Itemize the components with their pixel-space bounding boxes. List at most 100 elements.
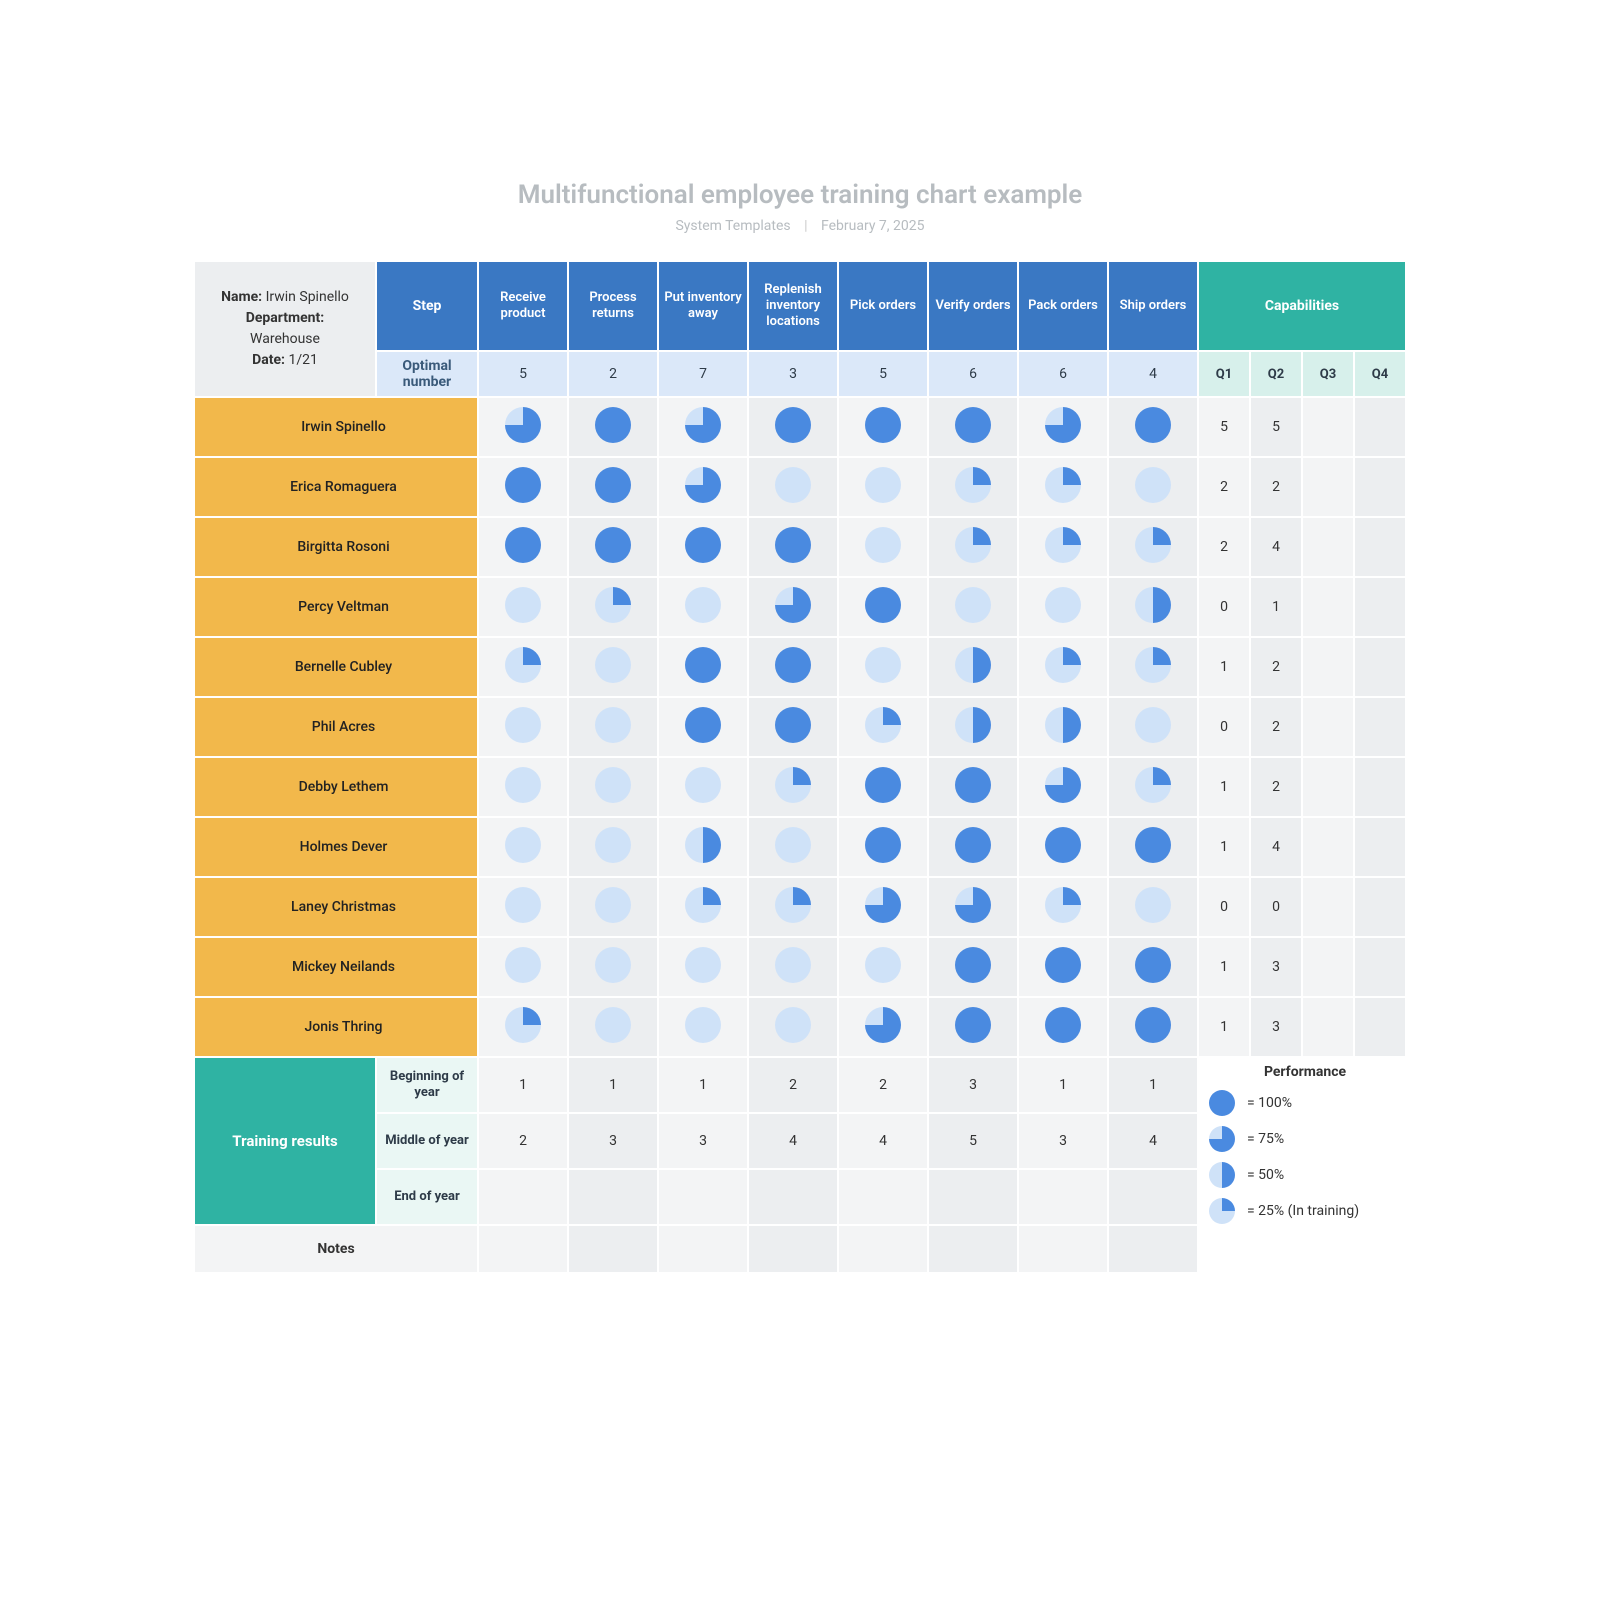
training-period-label: Beginning of year [377, 1058, 477, 1112]
proficiency-pie-icon [505, 887, 541, 923]
capability-value [1355, 578, 1405, 636]
proficiency-pie-icon [1045, 1007, 1081, 1043]
legend-item: = 50% [1209, 1162, 1401, 1188]
training-result-value: 4 [1109, 1114, 1197, 1168]
capability-value: 0 [1199, 878, 1249, 936]
proficiency-cell [929, 698, 1017, 756]
legend-label: = 50% [1247, 1167, 1284, 1183]
proficiency-cell [1019, 458, 1107, 516]
legend-item: = 25% (In training) [1209, 1198, 1401, 1224]
proficiency-cell [569, 938, 657, 996]
proficiency-cell [569, 698, 657, 756]
proficiency-cell [839, 638, 927, 696]
proficiency-cell [479, 518, 567, 576]
proficiency-cell [839, 818, 927, 876]
training-result-value: 2 [749, 1058, 837, 1112]
capability-value: 0 [1199, 578, 1249, 636]
training-result-value [479, 1170, 567, 1224]
proficiency-pie-icon [775, 527, 811, 563]
task-header: Process returns [569, 262, 657, 350]
proficiency-cell [569, 398, 657, 456]
proficiency-cell [1109, 938, 1197, 996]
employee-row: Percy Veltman01 [195, 578, 1405, 636]
proficiency-cell [1109, 698, 1197, 756]
proficiency-pie-icon [595, 947, 631, 983]
training-result-value [569, 1170, 657, 1224]
proficiency-pie-icon [1135, 947, 1171, 983]
proficiency-pie-icon [595, 707, 631, 743]
capability-value: 2 [1251, 698, 1301, 756]
task-header: Put inventory away [659, 262, 747, 350]
proficiency-cell [1109, 818, 1197, 876]
proficiency-cell [749, 458, 837, 516]
proficiency-pie-icon [685, 647, 721, 683]
proficiency-cell [749, 998, 837, 1056]
proficiency-cell [569, 578, 657, 636]
proficiency-cell [569, 518, 657, 576]
legend-label: = 100% [1247, 1095, 1292, 1111]
capability-value [1303, 578, 1353, 636]
proficiency-pie-icon [1209, 1198, 1235, 1224]
employee-name: Irwin Spinello [195, 398, 477, 456]
employee-row: Holmes Dever14 [195, 818, 1405, 876]
proficiency-pie-icon [775, 887, 811, 923]
capability-value [1355, 398, 1405, 456]
capability-value: 1 [1199, 638, 1249, 696]
legend-title: Performance [1209, 1064, 1401, 1080]
quarter-header: Q2 [1251, 352, 1301, 396]
proficiency-pie-icon [1135, 1007, 1171, 1043]
proficiency-pie-icon [1045, 947, 1081, 983]
proficiency-pie-icon [1135, 527, 1171, 563]
proficiency-pie-icon [685, 407, 721, 443]
capability-value: 1 [1199, 758, 1249, 816]
proficiency-pie-icon [1045, 887, 1081, 923]
proficiency-cell [929, 878, 1017, 936]
capability-value: 2 [1251, 638, 1301, 696]
proficiency-cell [569, 818, 657, 876]
proficiency-cell [659, 878, 747, 936]
proficiency-cell [479, 758, 567, 816]
proficiency-pie-icon [595, 407, 631, 443]
proficiency-cell [929, 758, 1017, 816]
capability-value [1355, 698, 1405, 756]
training-results-header: Training results [195, 1058, 375, 1224]
proficiency-cell [569, 638, 657, 696]
legend-area: Performance= 100%= 75%= 50%= 25% (In tra… [1199, 1058, 1405, 1272]
proficiency-cell [1019, 518, 1107, 576]
subtitle-separator: | [804, 218, 807, 234]
proficiency-pie-icon [505, 1007, 541, 1043]
proficiency-cell [749, 758, 837, 816]
proficiency-pie-icon [865, 827, 901, 863]
capability-value: 0 [1199, 698, 1249, 756]
proficiency-pie-icon [505, 527, 541, 563]
proficiency-pie-icon [1135, 647, 1171, 683]
training-result-value: 3 [929, 1058, 1017, 1112]
proficiency-pie-icon [505, 467, 541, 503]
employee-row: Jonis Thring13 [195, 998, 1405, 1056]
proficiency-cell [659, 698, 747, 756]
capability-value [1303, 518, 1353, 576]
proficiency-pie-icon [955, 887, 991, 923]
training-result-value: 1 [1109, 1058, 1197, 1112]
proficiency-pie-icon [865, 407, 901, 443]
training-result-value [749, 1170, 837, 1224]
proficiency-pie-icon [1135, 827, 1171, 863]
proficiency-cell [479, 938, 567, 996]
proficiency-pie-icon [1045, 647, 1081, 683]
proficiency-pie-icon [955, 947, 991, 983]
proficiency-pie-icon [1045, 467, 1081, 503]
proficiency-cell [659, 758, 747, 816]
proficiency-cell [659, 518, 747, 576]
proficiency-cell [929, 998, 1017, 1056]
training-result-value [839, 1170, 927, 1224]
proficiency-cell [659, 398, 747, 456]
proficiency-cell [839, 758, 927, 816]
proficiency-pie-icon [1135, 767, 1171, 803]
employee-row: Debby Lethem12 [195, 758, 1405, 816]
proficiency-cell [479, 398, 567, 456]
proficiency-cell [479, 698, 567, 756]
employee-row: Erica Romaguera22 [195, 458, 1405, 516]
capability-value: 2 [1251, 458, 1301, 516]
proficiency-pie-icon [955, 827, 991, 863]
proficiency-cell [749, 938, 837, 996]
